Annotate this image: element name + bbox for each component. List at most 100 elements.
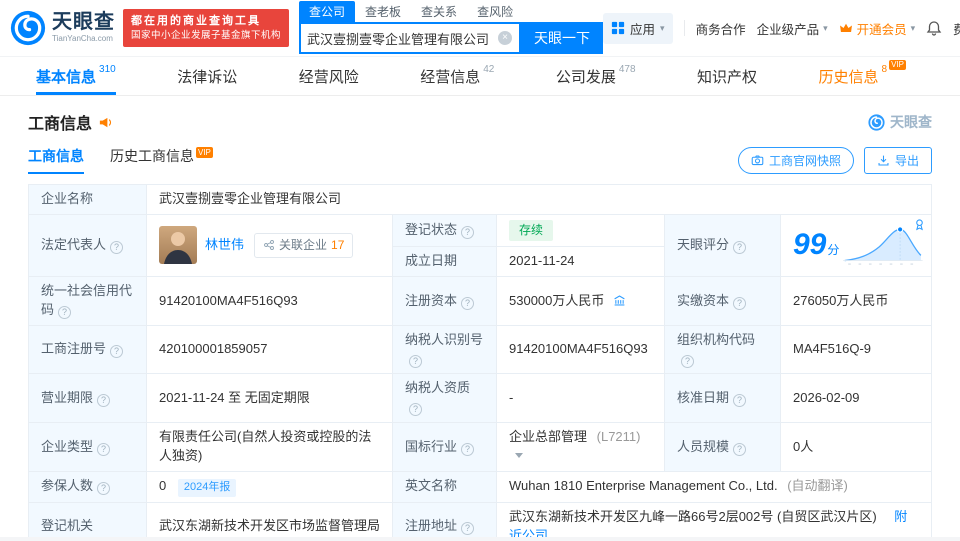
label-text: 人员规模: [677, 438, 730, 454]
tab-legal-proceedings[interactable]: 法律诉讼: [177, 57, 237, 95]
table-row: 工商注册号 420100001859057 纳税人识别号 91420100MA4…: [28, 324, 932, 375]
label-text: 企业类型: [41, 438, 94, 454]
label-text: 营业期限: [41, 389, 94, 405]
reg-status-value: 存续: [496, 213, 665, 248]
help-icon[interactable]: [97, 393, 111, 407]
user-menu[interactable]: 费米 ▾: [953, 19, 960, 38]
watermark-text: 天眼查: [890, 114, 932, 130]
value-text: 武汉东湖新技术开发区市场监督管理局: [159, 518, 381, 534]
menu-business-cooperation[interactable]: 商务合作: [696, 19, 746, 38]
org-code-value: MA4F516Q-9: [780, 324, 932, 375]
chevron-down-icon[interactable]: [515, 452, 523, 458]
legal-rep-cell: 林世伟 关联企业 17: [146, 213, 393, 278]
tab-company-development[interactable]: 公司发展 478: [556, 57, 636, 95]
tianyancha-logo[interactable]: 天眼查 TianYanCha.com: [10, 10, 115, 46]
export-button[interactable]: 导出: [863, 147, 932, 174]
search-button[interactable]: 天眼一下: [521, 22, 604, 54]
tab-label: 法律诉讼: [177, 68, 238, 86]
establish-date-value: 2021-11-24: [496, 246, 665, 278]
help-icon[interactable]: [733, 442, 747, 456]
search-tab-relation[interactable]: 查关系: [411, 1, 467, 22]
notifications-bell-icon[interactable]: [926, 20, 942, 36]
promo-banner: 都在用的商业查询工具 国家中小企业发展子基金旗下机构: [123, 8, 290, 48]
clear-search-icon[interactable]: [498, 31, 513, 45]
label-text: 工商注册号: [41, 341, 107, 357]
tab-intellectual-property[interactable]: 知识产权: [697, 57, 757, 95]
taxpayer-id-label: 纳税人识别号: [392, 324, 497, 375]
search-input[interactable]: [301, 30, 499, 46]
tab-history-info[interactable]: 历史信息 8 VIP: [819, 57, 906, 95]
taxpayer-quality-label: 纳税人资质: [392, 373, 497, 424]
help-icon[interactable]: [461, 442, 475, 456]
tab-label: 基本信息: [36, 68, 97, 86]
legal-rep-name-link[interactable]: 林世伟: [205, 236, 244, 255]
announcement-megaphone-icon[interactable]: [98, 115, 113, 130]
help-icon[interactable]: [97, 482, 111, 496]
search-tab-company[interactable]: 查公司: [299, 1, 356, 22]
crown-icon: [839, 21, 853, 35]
banner-line1: 都在用的商业查询工具: [131, 14, 261, 27]
tab-count: 310: [99, 64, 116, 75]
brand-swirl-icon: [10, 10, 46, 46]
related-count: 17: [331, 237, 345, 252]
related-companies-button[interactable]: 关联企业 17: [254, 232, 354, 259]
apps-menu[interactable]: 应用 ▾: [603, 12, 673, 44]
search-tab-boss[interactable]: 查老板: [355, 1, 411, 22]
page-bottom-strip: [0, 537, 960, 541]
bank-icon[interactable]: [613, 294, 626, 307]
value-text: 武汉壹捌壹零企业管理有限公司: [159, 191, 342, 206]
tab-operating-risk[interactable]: 经营风险: [299, 57, 359, 95]
label-text: 注册资本: [405, 292, 458, 308]
score-value: 99分: [793, 230, 839, 260]
search-tab-risk[interactable]: 查风险: [467, 1, 523, 22]
help-icon[interactable]: [110, 241, 124, 255]
official-snapshot-button[interactable]: 工商官网快照: [737, 147, 854, 174]
legal-rep-avatar[interactable]: [159, 226, 197, 265]
username-label: 费米: [953, 22, 960, 37]
reg-number-label: 工商注册号: [28, 324, 147, 375]
label-text: 天眼评分: [677, 237, 730, 253]
value-text: 530000万人民币: [509, 292, 605, 308]
help-icon[interactable]: [733, 241, 747, 255]
tab-operating-info[interactable]: 经营信息 42: [420, 57, 494, 95]
main-nav-tabs: 基本信息 310 法律诉讼 经营风险 经营信息 42 公司发展 478 知识产权…: [0, 57, 960, 96]
value-text: MA4F516Q-9: [793, 341, 872, 357]
tab-label: 历史信息: [818, 68, 879, 86]
label-text: 成立日期: [405, 253, 458, 269]
apps-label: 应用: [630, 22, 656, 37]
vip-badge: VIP: [196, 147, 213, 159]
value-text: 420100001859057: [159, 341, 268, 357]
help-icon[interactable]: [733, 296, 747, 310]
approval-date-label: 核准日期: [664, 373, 781, 424]
label-text: 注册地址: [405, 518, 458, 534]
value-text: 2021-11-24: [509, 253, 575, 269]
header-right-menu: 应用 ▾ 商务合作 企业级产品 ▾ 开通会员 ▾ 费米 ▾: [603, 12, 960, 44]
open-vip-button[interactable]: 开通会员 ▾: [839, 19, 915, 38]
subtab-label: 历史工商信息: [110, 148, 194, 164]
help-icon[interactable]: [733, 393, 747, 407]
annual-report-badge[interactable]: 2024年报: [177, 478, 237, 497]
help-icon[interactable]: [110, 345, 124, 359]
label-text: 法定代表人: [41, 237, 107, 253]
menu-enterprise-products[interactable]: 企业级产品 ▾: [757, 19, 828, 38]
table-row: 企业类型 有限责任公司(自然人投资或控股的法人独资) 国标行业 企业总部管理 (…: [28, 422, 932, 472]
staff-size-label: 人员规模: [664, 422, 781, 472]
subtab-business-info[interactable]: 工商信息: [28, 146, 84, 174]
help-icon[interactable]: [58, 305, 72, 319]
help-icon[interactable]: [681, 354, 694, 368]
help-icon[interactable]: [409, 354, 422, 368]
chevron-down-icon: ▾: [660, 22, 665, 33]
help-icon[interactable]: [461, 296, 475, 310]
table-row: 法定代表人 林世伟 关联企业 17: [28, 213, 932, 278]
subtab-history-business-info[interactable]: 历史工商信息 VIP: [110, 146, 213, 174]
help-icon[interactable]: [409, 403, 422, 417]
reg-capital-label: 注册资本: [392, 276, 497, 326]
help-icon[interactable]: [461, 522, 475, 536]
help-icon[interactable]: [97, 442, 111, 456]
company-name-label: 企业名称: [28, 184, 147, 215]
help-icon[interactable]: [461, 226, 475, 240]
tab-basic-info[interactable]: 基本信息 310: [36, 57, 116, 95]
org-code-label: 组织机构代码: [664, 324, 781, 375]
auto-translate-note: (自动翻译): [787, 478, 848, 494]
score-number: 99: [793, 228, 827, 262]
